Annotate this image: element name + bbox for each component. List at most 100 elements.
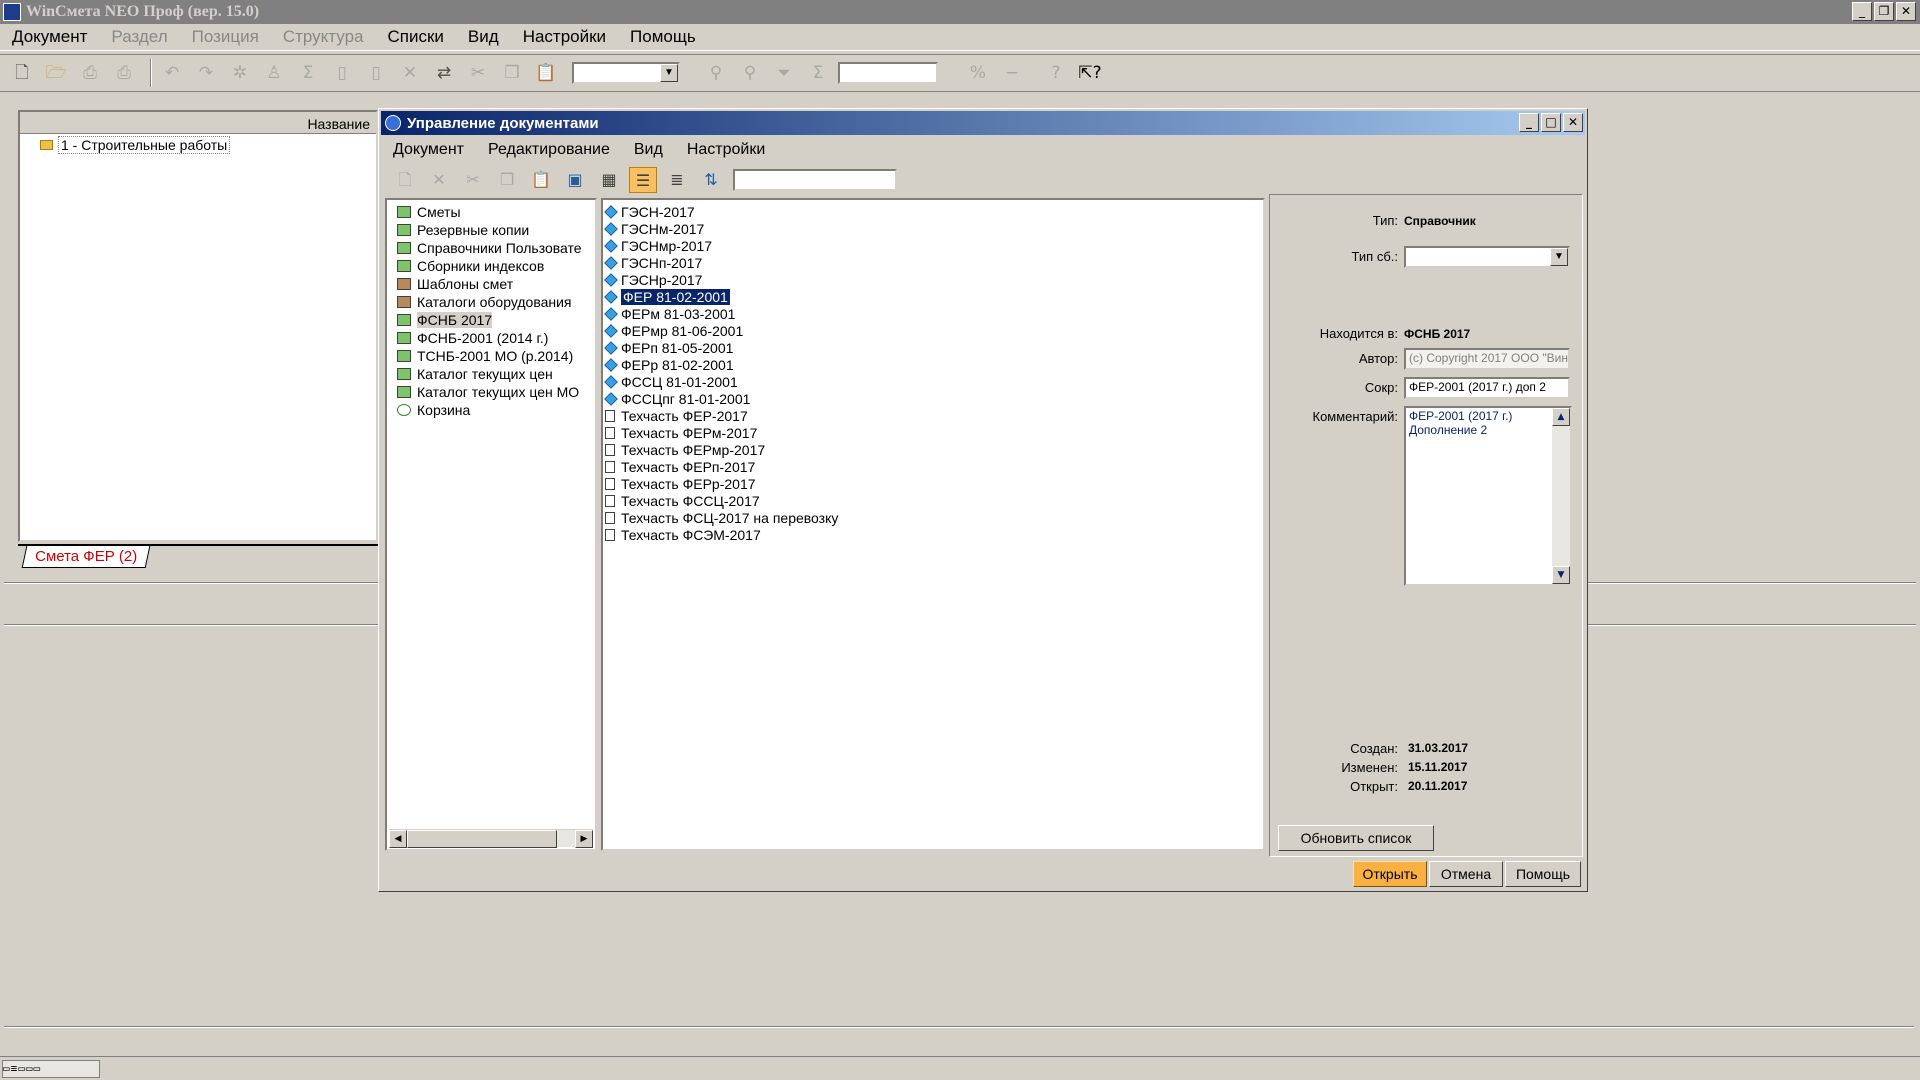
menu-position[interactable]: Позиция — [180, 27, 271, 47]
dialog-close-button[interactable]: ✕ — [1563, 113, 1583, 132]
list-item[interactable]: Техчасть ФЕРп-2017 — [603, 458, 1263, 475]
move-icon[interactable]: ⇄ — [430, 59, 458, 87]
tree-node-templates[interactable]: Шаблоны смет — [387, 275, 595, 293]
percent-icon[interactable]: % — [964, 59, 992, 87]
toolbar-input[interactable] — [838, 62, 938, 84]
tab-estimate-fer[interactable]: Смета ФЕР (2) — [21, 546, 151, 568]
tree-node-index-collections[interactable]: Сборники индексов — [387, 257, 595, 275]
dialog-minimize-button[interactable]: _ — [1519, 113, 1539, 132]
minus-icon[interactable]: − — [998, 59, 1026, 87]
list-item[interactable]: ФЕРмр 81-06-2001 — [603, 322, 1263, 339]
list-item[interactable]: Техчасть ФЕР-2017 — [603, 407, 1263, 424]
dialog-search-input[interactable] — [733, 169, 897, 191]
copy-icon[interactable]: ❐ — [493, 167, 521, 193]
filter-icon[interactable]: ⏷ — [770, 59, 798, 87]
chevron-down-icon[interactable]: ▼ — [1550, 248, 1568, 266]
tree-node-backups[interactable]: Резервные копии — [387, 221, 595, 239]
scroll-up-icon[interactable]: ▲ — [1552, 408, 1570, 426]
smu-icon[interactable]: ✲ — [226, 59, 254, 87]
list-item[interactable]: ГЭСНм-2017 — [603, 220, 1263, 237]
list-item[interactable]: ГЭСН-2017 — [603, 203, 1263, 220]
undo-icon[interactable]: ↶ — [158, 59, 186, 87]
details-view-icon[interactable]: ≣ — [663, 167, 691, 193]
close-button[interactable]: ✕ — [1896, 2, 1916, 21]
list-item-selected[interactable]: ФЕР 81-02-2001 — [603, 287, 1263, 306]
list-view-icon[interactable]: ☰ — [629, 167, 657, 193]
new-file-icon[interactable]: 🗋 — [391, 167, 419, 193]
list-item[interactable]: ФССЦпг 81-01-2001 — [603, 390, 1263, 407]
scroll-right-icon[interactable]: ▶ — [575, 830, 593, 848]
question-icon[interactable]: ? — [1042, 59, 1070, 87]
dialog-menu-document[interactable]: Документ — [381, 141, 476, 159]
list-item[interactable]: Техчасть ФСЦ-2017 на перевозку — [603, 509, 1263, 526]
dialog-menu-view[interactable]: Вид — [622, 141, 675, 159]
sum-icon[interactable]: Σ — [294, 59, 322, 87]
dialog-maximize-button[interactable]: □ — [1541, 113, 1561, 132]
cut-icon[interactable]: ✂ — [464, 59, 492, 87]
tree-node-tsnb-2001-mo[interactable]: ТСНБ-2001 МО (р.2014) — [387, 347, 595, 365]
new-document-icon[interactable]: 🗋 — [8, 59, 36, 87]
context-help-icon[interactable]: ⇱? — [1076, 59, 1104, 87]
restore-button[interactable]: ❐ — [1874, 2, 1894, 21]
scroll-down-icon[interactable]: ▼ — [1552, 566, 1570, 584]
print-preview-icon[interactable]: ⎙ — [110, 59, 138, 87]
chevron-down-icon[interactable]: ▼ — [660, 64, 678, 82]
copy-icon[interactable]: ❐ — [498, 59, 526, 87]
toolbar-combo[interactable]: ▼ — [572, 62, 680, 84]
menu-view[interactable]: Вид — [456, 27, 511, 47]
list-item[interactable]: ГЭСНмр-2017 — [603, 237, 1263, 254]
menu-lists[interactable]: Списки — [376, 27, 456, 47]
list-item[interactable]: Техчасть ФСЭМ-2017 — [603, 526, 1263, 543]
list-item[interactable]: ФЕРр 81-02-2001 — [603, 356, 1263, 373]
short-name-field[interactable]: ФЕР-2001 (2017 г.) доп 2 — [1404, 377, 1570, 399]
list-item[interactable]: Техчасть ФССЦ-2017 — [603, 492, 1263, 509]
scroll-thumb[interactable] — [407, 830, 557, 848]
dialog-menu-settings[interactable]: Настройки — [675, 141, 777, 159]
list-item[interactable]: Техчасть ФЕРм-2017 — [603, 424, 1263, 441]
tree-node-recycle-bin[interactable]: Корзина — [387, 401, 595, 419]
open-folder-icon[interactable]: 🗁 — [42, 59, 70, 87]
status-icons[interactable]: ▭≡▭▭▭ — [2, 1060, 100, 1078]
tree-node-current-prices[interactable]: Каталог текущих цен — [387, 365, 595, 383]
comment-scrollbar[interactable]: ▲ ▼ — [1552, 408, 1570, 584]
tree-node-fsnb-2017[interactable]: ФСНБ 2017 — [387, 311, 595, 329]
list-item[interactable]: ГЭСНр-2017 — [603, 271, 1263, 288]
tree-horizontal-scrollbar[interactable]: ◀ ▶ — [389, 829, 593, 848]
list-item[interactable]: ФССЦ 81-01-2001 — [603, 373, 1263, 390]
minimize-button[interactable]: _ — [1852, 2, 1872, 21]
help-button[interactable]: Помощь — [1505, 861, 1581, 887]
column-header-name[interactable]: Название — [20, 112, 376, 134]
menu-help[interactable]: Помощь — [618, 27, 708, 47]
menu-section[interactable]: Раздел — [99, 27, 179, 47]
menu-settings[interactable]: Настройки — [511, 27, 618, 47]
subtype-select[interactable]: ▼ — [1404, 246, 1570, 268]
tree-node-user-references[interactable]: Справочники Пользовате — [387, 239, 595, 257]
list-item[interactable]: ГЭСНп-2017 — [603, 254, 1263, 271]
list-item[interactable]: Техчасть ФЕРмр-2017 — [603, 441, 1263, 458]
tree-node-fsnb-2001[interactable]: ФСНБ-2001 (2014 г.) — [387, 329, 595, 347]
paste-icon[interactable]: 📋 — [527, 167, 555, 193]
small-icons-view-icon[interactable]: ▦ — [595, 167, 623, 193]
delete-icon[interactable]: ✕ — [425, 167, 453, 193]
cancel-button[interactable]: Отмена — [1429, 861, 1503, 887]
open-button[interactable]: Открыть — [1353, 861, 1427, 887]
list-item[interactable]: ФЕРм 81-03-2001 — [603, 305, 1263, 322]
sigma-icon[interactable]: Σ — [804, 59, 832, 87]
cut-icon[interactable]: ✂ — [459, 167, 487, 193]
dialog-menu-edit[interactable]: Редактирование — [476, 141, 622, 159]
refresh-list-button[interactable]: Обновить список — [1278, 825, 1434, 851]
page-icon[interactable]: ▯ — [328, 59, 356, 87]
find-next-icon[interactable]: ⚲ — [736, 59, 764, 87]
redo-icon[interactable]: ↷ — [192, 59, 220, 87]
page-n-icon[interactable]: ▯ — [362, 59, 390, 87]
find-icon[interactable]: ⚲ — [702, 59, 730, 87]
large-icons-view-icon[interactable]: ▣ — [561, 167, 589, 193]
menu-structure[interactable]: Структура — [271, 27, 376, 47]
section-row[interactable]: 1 - Строительные работы — [20, 134, 376, 154]
delete-icon[interactable]: ✕ — [396, 59, 424, 87]
scroll-left-icon[interactable]: ◀ — [389, 830, 407, 848]
tree-node-estimates[interactable]: Сметы — [387, 203, 595, 221]
list-item[interactable]: Техчасть ФЕРр-2017 — [603, 475, 1263, 492]
print-icon[interactable]: ⎙ — [76, 59, 104, 87]
author-field[interactable]: (c) Copyright 2017 ООО "ВинСме — [1404, 348, 1570, 370]
